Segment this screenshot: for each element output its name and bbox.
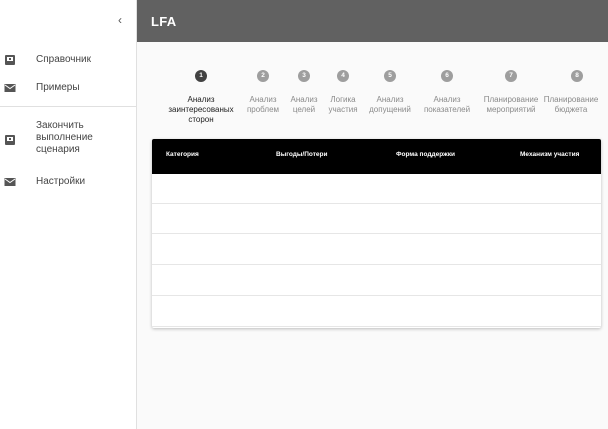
- column-header: Форма поддержки: [396, 151, 455, 158]
- table-header: Категория Выгоды/Потери Форма поддержки …: [152, 139, 601, 174]
- step-number: 8: [571, 70, 583, 82]
- sidebar-item-reference[interactable]: Справочник: [0, 52, 136, 68]
- step-number: 2: [257, 70, 269, 82]
- step-label: Анализ проблем: [246, 95, 280, 114]
- column-header: Выгоды/Потери: [276, 151, 328, 158]
- book-icon: [5, 55, 15, 65]
- step-label: Планирование бюджета: [543, 95, 599, 114]
- step-number: 6: [441, 70, 453, 82]
- collapse-sidebar-button[interactable]: ‹: [113, 12, 127, 28]
- sidebar-item-finish-scenario[interactable]: Закончить выполнение сценария: [0, 118, 136, 158]
- save-icon: [5, 135, 15, 145]
- step-label: Логика участия: [328, 95, 358, 114]
- step-number: 5: [384, 70, 396, 82]
- sidebar-item-settings[interactable]: Настройки: [0, 174, 136, 190]
- step-number: 3: [298, 70, 310, 82]
- step-number: 1: [195, 70, 207, 82]
- chevron-left-icon: ‹: [118, 13, 122, 27]
- sidebar-item-label: Настройки: [36, 176, 86, 187]
- table-row[interactable]: [152, 174, 601, 204]
- table-row[interactable]: [152, 235, 601, 265]
- table-row[interactable]: [152, 204, 601, 234]
- step-number: 7: [505, 70, 517, 82]
- step-label: Анализ заинтересованых сторон: [168, 95, 234, 124]
- sidebar-item-label: Примеры: [36, 82, 80, 93]
- column-header: Категория: [166, 151, 199, 158]
- stakeholder-table: Категория Выгоды/Потери Форма поддержки …: [152, 139, 601, 328]
- app-bar: LFA: [137, 0, 608, 42]
- mail-icon: [4, 178, 16, 186]
- table-row[interactable]: [152, 297, 601, 327]
- step-number: 4: [337, 70, 349, 82]
- step-label: Планирование мероприятий: [483, 95, 539, 114]
- sidebar-item-label: Справочник: [36, 54, 91, 65]
- table-row[interactable]: [152, 266, 601, 296]
- sidebar-divider: [0, 106, 136, 107]
- sidebar-item-label: Закончить выполнение сценария: [36, 120, 93, 155]
- mail-icon: [4, 84, 16, 92]
- step-label: Анализ допущений: [369, 95, 411, 114]
- sidebar: ‹ Справочник Примеры Закончить выполнени…: [0, 0, 137, 429]
- column-header: Механизм участия: [520, 151, 580, 158]
- sidebar-item-examples[interactable]: Примеры: [0, 80, 136, 96]
- app-title: LFA: [151, 14, 177, 29]
- step-label: Анализ целей: [290, 95, 318, 114]
- step-label: Анализ показателей: [423, 95, 471, 114]
